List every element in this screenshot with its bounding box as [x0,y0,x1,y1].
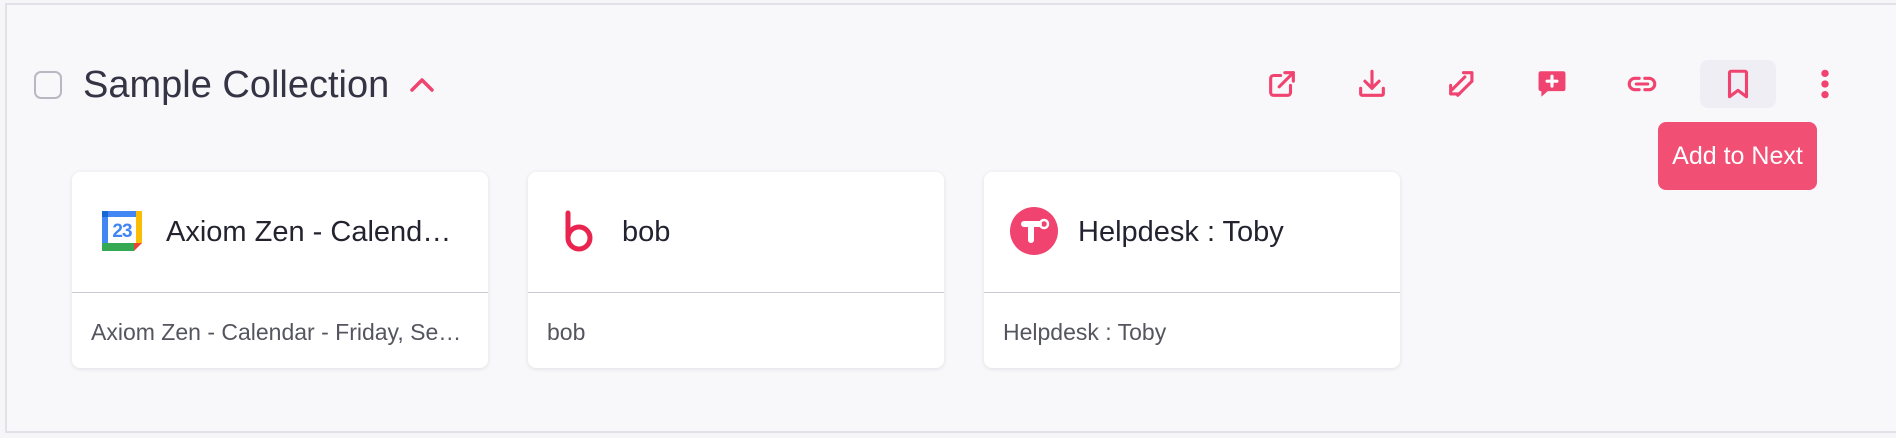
move-button[interactable] [1433,60,1491,108]
tab-card[interactable]: bob bob [528,172,944,368]
copy-link-button[interactable] [1613,60,1671,108]
open-external-icon [1269,71,1295,97]
tab-card[interactable]: 23 Axiom Zen - Calendar - Friday, Septem… [72,172,488,368]
comment-add-icon [1538,71,1566,97]
svg-text:23: 23 [112,221,132,242]
card-description: Helpdesk : Toby [1003,319,1167,345]
card-title: bob [622,216,671,248]
download-icon [1359,69,1385,97]
card-header: Helpdesk : Toby [984,172,1400,293]
collection-select-checkbox[interactable] [34,71,62,99]
card-title: Axiom Zen - Calendar - Friday, September [166,216,466,248]
move-icon [1449,71,1474,97]
link-icon [1627,76,1657,92]
tab-card[interactable]: Helpdesk : Toby Helpdesk : Toby [984,172,1400,368]
card-description: bob [547,319,586,345]
bookmark-icon [1727,69,1749,99]
collection-title[interactable]: Sample Collection [83,61,389,109]
download-button[interactable] [1343,60,1401,108]
google-calendar-icon: 23 [98,207,146,255]
add-note-button[interactable] [1523,60,1581,108]
card-header: bob [528,172,944,293]
chevron-up-icon[interactable] [407,71,437,101]
open-all-button[interactable] [1253,60,1311,108]
add-to-next-button[interactable] [1700,60,1776,108]
card-title: Helpdesk : Toby [1078,216,1284,248]
more-vertical-icon [1821,69,1829,99]
card-description: Axiom Zen - Calendar - Friday, September [91,319,471,345]
tooltip-add-to-next: Add to Next [1658,122,1817,190]
toby-logo-icon [1010,207,1058,255]
more-options-button[interactable] [1805,60,1845,108]
bob-logo-icon [554,207,602,255]
collection-panel: Sample Collection Add to Next 23 Axiom Z… [5,3,1896,433]
card-header: 23 Axiom Zen - Calendar - Friday, Septem… [72,172,488,293]
